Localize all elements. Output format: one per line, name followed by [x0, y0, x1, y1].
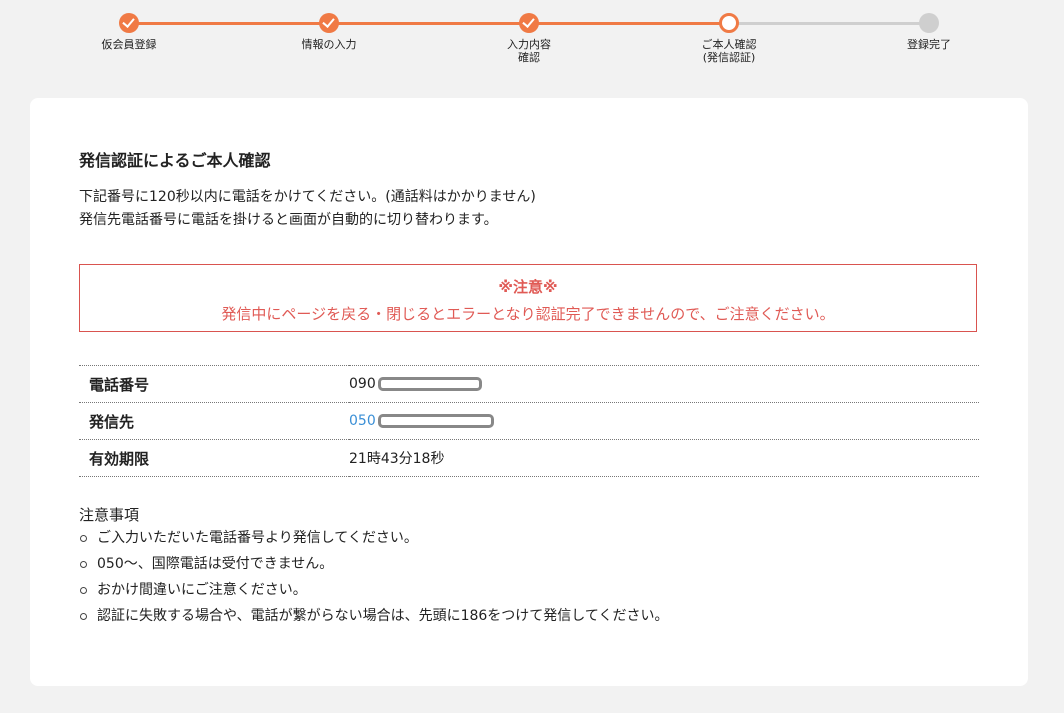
list-item: 認証に失敗する場合や、電話が繋がらない場合は、先頭に186をつけて発信してくださ…	[79, 603, 668, 629]
page-title: 発信認証によるご本人確認	[79, 151, 271, 170]
step-info-input: 情報の入力	[259, 13, 399, 51]
progress-stepper: 仮会員登録 情報の入力 入力内容 確認 ご本人確認 (発信認証) 登録完了	[0, 0, 1064, 80]
step-label: ご本人確認 (発信認証)	[701, 38, 757, 64]
verification-card: 発信認証によるご本人確認 下記番号に120秒以内に電話をかけてください。(通話料…	[30, 98, 1028, 686]
intro-line: 下記番号に120秒以内に電話をかけてください。(通話料はかかりません)	[79, 189, 536, 205]
expiry-value: 21時43分18秒	[349, 439, 979, 477]
notes-list: ご入力いただいた電話番号より発信してください。 050～、国際電話は受付できませ…	[79, 525, 668, 629]
check-icon	[119, 13, 139, 33]
current-step-icon	[719, 13, 739, 33]
step-registration-complete: 登録完了	[859, 13, 999, 51]
pending-step-icon	[919, 13, 939, 33]
step-provisional-registration: 仮会員登録	[59, 13, 199, 51]
redaction-mask	[377, 377, 482, 391]
notes-title: 注意事項	[79, 506, 140, 524]
table-row: 電話番号 090	[79, 365, 979, 403]
step-label: 仮会員登録	[101, 38, 157, 51]
expiry-label: 有効期限	[79, 439, 349, 477]
warning-title: ※注意※	[498, 278, 558, 296]
check-icon	[519, 13, 539, 33]
destination-cell: 050	[349, 402, 979, 440]
step-label: 入力内容 確認	[507, 38, 551, 64]
list-item: 050～、国際電話は受付できません。	[79, 551, 668, 577]
check-icon	[319, 13, 339, 33]
table-row: 有効期限 21時43分18秒	[79, 439, 979, 477]
warning-text: 発信中にページを戻る・閉じるとエラーとなり認証完了できませんので、ご注意ください…	[221, 305, 835, 323]
step-label: 情報の入力	[301, 38, 357, 51]
step-confirm-input: 入力内容 確認	[459, 13, 599, 64]
warning-notice: ※注意※ 発信中にページを戻る・閉じるとエラーとなり認証完了できませんので、ご注…	[79, 264, 977, 332]
call-info-table: 電話番号 090 発信先 050 有効期限 21時43分18秒	[79, 365, 979, 477]
table-row: 発信先 050	[79, 402, 979, 440]
destination-number-link[interactable]: 050	[349, 413, 376, 429]
intro-text: 下記番号に120秒以内に電話をかけてください。(通話料はかかりません) 発信先電…	[79, 186, 536, 232]
phone-number-value: 090	[349, 376, 376, 392]
list-item: ご入力いただいた電話番号より発信してください。	[79, 525, 668, 551]
intro-line: 発信先電話番号に電話を掛けると画面が自動的に切り替わります。	[79, 212, 498, 228]
destination-label: 発信先	[79, 402, 349, 440]
list-item: おかけ間違いにご注意ください。	[79, 577, 668, 603]
phone-number-label: 電話番号	[79, 365, 349, 403]
phone-number-cell: 090	[349, 365, 979, 403]
redaction-mask	[377, 414, 494, 428]
step-identity-verification: ご本人確認 (発信認証)	[659, 13, 799, 64]
notes-section: 注意事項 ご入力いただいた電話番号より発信してください。 050～、国際電話は受…	[79, 504, 668, 629]
step-label: 登録完了	[907, 38, 951, 51]
stepper-line-completed	[129, 22, 729, 25]
